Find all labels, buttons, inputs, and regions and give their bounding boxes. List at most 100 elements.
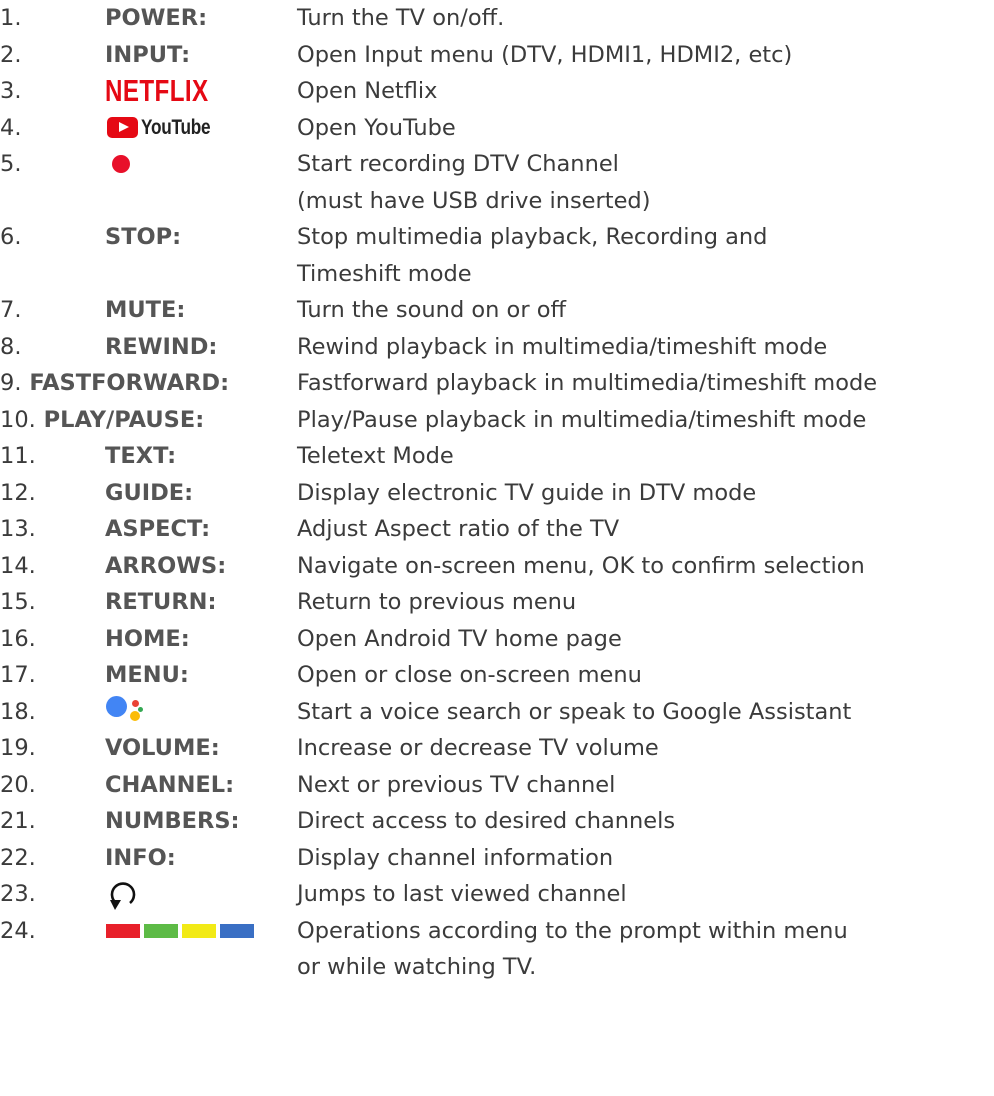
- item-label: MENU:: [105, 662, 189, 688]
- item-description: Turn the sound on or off: [297, 297, 566, 323]
- list-item: 23. Jumps to last viewed channel: [0, 876, 994, 912]
- list-item: 20. CHANNEL: Next or previous TV channel: [0, 767, 994, 803]
- item-label: RETURN:: [105, 589, 217, 615]
- blue-button-icon: [220, 923, 254, 938]
- list-item: 2. INPUT: Open Input menu (DTV, HDMI1, HDM…: [0, 37, 994, 73]
- list-item: 8. REWIND: Rewind playback in multimedia/t…: [0, 329, 994, 365]
- list-item: 11. TEXT: Teletext Mode: [0, 438, 994, 474]
- item-label: GUIDE:: [105, 479, 194, 506]
- item-number: 14.: [0, 552, 36, 579]
- item-number: 10.: [0, 406, 36, 433]
- item-description: Navigate on-screen menu, OK to confirm s…: [297, 552, 865, 579]
- google-assistant-icon: [106, 695, 146, 730]
- item-description: Stop multimedia playback, Recording and: [297, 224, 768, 250]
- list-item: 19. VOLUME: Increase or decrease TV volume: [0, 730, 994, 766]
- item-description: Teletext Mode: [297, 443, 454, 469]
- item-label: 9. FASTFORWARD:: [0, 370, 230, 396]
- item-label: INPUT:: [105, 41, 191, 68]
- list-item: 1. POWER: Turn the TV on/off.: [0, 0, 994, 36]
- item-number: 12.: [0, 479, 36, 506]
- item-description: Return to previous menu: [297, 589, 577, 615]
- list-item: 4. YouTube Open YouTube: [0, 110, 994, 146]
- list-item: 13. ASPECT: Adjust Aspect ratio of the TV: [0, 511, 994, 547]
- item-description: Open Android TV home page: [297, 625, 622, 652]
- item-number: 2.: [0, 41, 22, 68]
- item-description: Display electronic TV guide in DTV mode: [297, 479, 757, 506]
- red-button-icon: [106, 923, 140, 938]
- item-description: Next or previous TV channel: [297, 771, 616, 798]
- item-description: Play/Pause playback in multimedia/timesh…: [297, 406, 867, 433]
- item-label: STOP:: [105, 224, 182, 250]
- yellow-button-icon: [182, 923, 216, 938]
- item-description: Display channel information: [297, 844, 614, 871]
- list-item: 10. PLAY/PAUSE: Play/Pause playback in mu…: [0, 402, 994, 438]
- list-item: 12. GUIDE: Display electronic TV guide in …: [0, 475, 994, 511]
- item-number: 23.: [0, 881, 36, 907]
- item-description-continued: or while watching TV.: [297, 954, 537, 980]
- item-number: 13.: [0, 516, 36, 542]
- list-item: 21. NUMBERS: Direct access to desired chan…: [0, 803, 994, 839]
- item-description-continued: Timeshift mode: [297, 260, 472, 287]
- item-description: Direct access to desired channels: [297, 808, 676, 834]
- item-description: Open Input menu (DTV, HDMI1, HDMI2, etc): [297, 41, 793, 68]
- list-item: 7. MUTE: Turn the sound on or off: [0, 292, 994, 328]
- item-label: ASPECT:: [105, 516, 211, 542]
- item-number: 4.: [0, 114, 22, 141]
- item-label: ARROWS:: [105, 552, 227, 579]
- item-number: 21.: [0, 808, 36, 834]
- item-number: 7.: [0, 297, 22, 323]
- item-label: POWER:: [105, 5, 208, 31]
- item-number: 6.: [0, 224, 22, 250]
- item-number: 11.: [0, 443, 36, 469]
- item-label: VOLUME:: [105, 735, 220, 761]
- list-item: 3. NETFLIX Open Netflix: [0, 73, 994, 109]
- item-number: 18.: [0, 698, 36, 725]
- list-item: 14. ARROWS: Navigate on-screen menu, OK to…: [0, 548, 994, 584]
- item-description: Adjust Aspect ratio of the TV: [297, 516, 620, 542]
- item-description: Jumps to last viewed channel: [297, 881, 627, 907]
- item-description: Start recording DTV Channel: [297, 151, 619, 177]
- item-number: 3.: [0, 78, 22, 104]
- item-description: Open YouTube: [297, 114, 456, 141]
- item-number: 17.: [0, 662, 36, 688]
- youtube-logo: YouTube: [107, 116, 226, 139]
- item-number: 24.: [0, 917, 36, 944]
- item-number: 8.: [0, 333, 22, 360]
- list-item: 22. INFO: Display channel information: [0, 840, 994, 876]
- item-number: 22.: [0, 844, 36, 871]
- item-label: REWIND:: [105, 333, 218, 360]
- item-description: Open Netflix: [297, 78, 438, 104]
- item-number: 1.: [0, 5, 22, 31]
- item-description: Turn the TV on/off.: [297, 5, 505, 31]
- list-item: 5. Start recording DTV Channel: [0, 146, 994, 182]
- list-item: 24. Operations according to the prompt wi…: [0, 913, 994, 949]
- item-description: Increase or decrease TV volume: [297, 735, 659, 761]
- item-label: INFO:: [105, 844, 176, 871]
- item-label: NUMBERS:: [105, 808, 240, 834]
- item-number: 19.: [0, 735, 36, 761]
- list-item: 15. RETURN: Return to previous menu: [0, 584, 994, 620]
- record-dot-icon: [112, 155, 130, 173]
- item-description: Rewind playback in multimedia/timeshift …: [297, 333, 828, 360]
- item-number: 15.: [0, 589, 36, 615]
- item-label: MUTE:: [105, 297, 186, 323]
- item-label: 10. PLAY/PAUSE:: [0, 406, 205, 433]
- color-buttons-icon: [106, 923, 254, 938]
- item-label: TEXT:: [105, 443, 177, 469]
- item-number: 20.: [0, 771, 36, 798]
- item-number: 16.: [0, 625, 36, 652]
- netflix-logo: NETFLIX: [105, 73, 209, 108]
- item-label: HOME:: [105, 625, 190, 652]
- item-description: Fastforward playback in multimedia/times…: [297, 370, 878, 396]
- list-item: 16. HOME: Open Android TV home page: [0, 621, 994, 657]
- last-channel-icon: [106, 879, 140, 911]
- item-description-continued: (must have USB drive inserted): [297, 187, 651, 214]
- item-number: 5.: [0, 151, 22, 177]
- list-item: 6. STOP: Stop multimedia playback, Recordi…: [0, 219, 994, 255]
- list-item: 17. MENU: Open or close on-screen menu: [0, 657, 994, 693]
- item-description: Operations according to the prompt withi…: [297, 917, 848, 944]
- list-item: 9. FASTFORWARD: Fastforward playback in m…: [0, 365, 994, 401]
- item-description: Open or close on-screen menu: [297, 662, 642, 688]
- item-number: 9.: [0, 370, 22, 396]
- item-label: CHANNEL:: [105, 771, 235, 798]
